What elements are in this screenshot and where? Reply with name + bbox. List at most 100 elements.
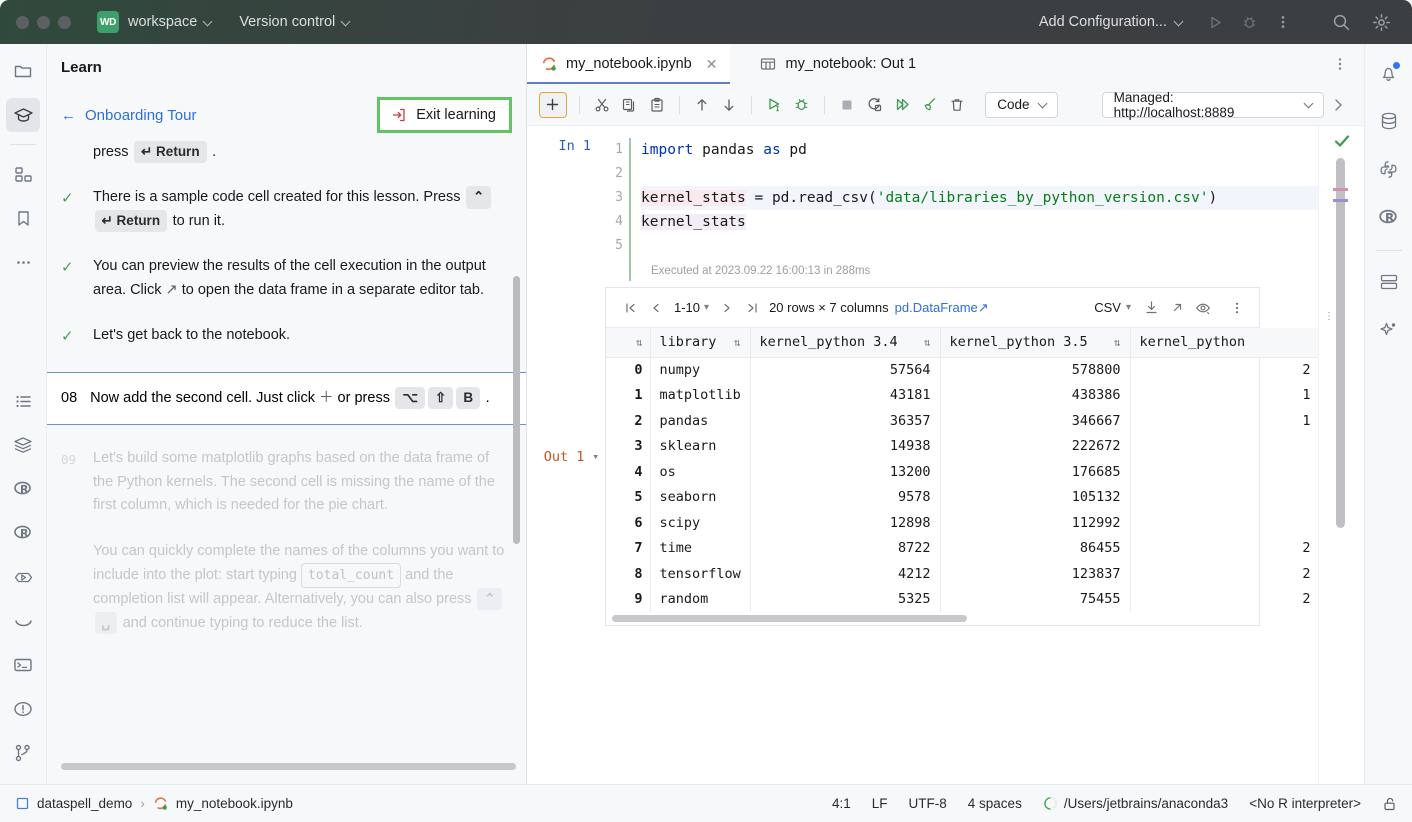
project-menu[interactable]: workspace [128, 14, 213, 30]
table-row[interactable]: 1matplotlib431814383861 [606, 383, 1320, 409]
table-cell[interactable]: 57564 [750, 357, 940, 383]
learn-step-completed[interactable]: press ↵ Return . [61, 141, 508, 164]
table-cell[interactable]: os [650, 459, 750, 485]
r-interpreter-selector[interactable]: <No R interpreter> [1249, 796, 1361, 811]
learn-horizontal-scrollbar[interactable] [61, 763, 516, 770]
window-controls[interactable] [0, 16, 71, 29]
learn-step-completed[interactable]: ✓Let's get back to the notebook. [61, 324, 508, 349]
split-layout-icon[interactable] [1372, 265, 1406, 299]
code-editor[interactable]: import pandas as pd kernel_stats = pd.re… [629, 138, 1318, 281]
learn-step-upcoming[interactable]: 09Let's build some matplotlib graphs bas… [61, 447, 508, 517]
table-column-header[interactable]: kernel_python [1130, 328, 1320, 357]
database-icon[interactable] [1372, 104, 1406, 138]
sort-icon[interactable]: ⇅ [1114, 336, 1121, 349]
copy-cell-button[interactable] [615, 92, 643, 118]
table-row[interactable]: 5seaborn9578105132 [606, 485, 1320, 511]
expand-toolbar-chevron-icon[interactable] [1324, 92, 1352, 118]
exit-learning-button[interactable]: Exit learning [377, 97, 512, 133]
run-all-button[interactable] [888, 92, 916, 118]
project-files-icon[interactable] [6, 54, 40, 88]
caret-position[interactable]: 4:1 [832, 796, 851, 811]
table-column-header[interactable]: ⇅ [606, 328, 650, 357]
table-cell[interactable]: 222672 [940, 434, 1130, 460]
table-row[interactable]: 2pandas363573466671 [606, 408, 1320, 434]
more-vertical-icon[interactable] [1266, 5, 1300, 39]
problems-icon[interactable] [6, 692, 40, 726]
table-cell[interactable]: pandas [650, 408, 750, 434]
learn-step-completed[interactable]: ✓There is a sample code cell created for… [61, 186, 508, 233]
breadcrumb-project[interactable]: dataspell_demo [37, 796, 132, 811]
interrupt-kernel-button[interactable] [833, 92, 861, 118]
learn-step-completed[interactable]: ✓You can preview the results of the cell… [61, 255, 508, 302]
row-index-cell[interactable]: 2 [606, 408, 650, 434]
notebook-input-cell[interactable]: In 1 1 2 3 4 5 import pandas as pd kerne… [527, 126, 1318, 281]
table-column-header[interactable]: library⇅ [650, 328, 750, 357]
row-index-cell[interactable]: 7 [606, 536, 650, 562]
ai-assistant-icon[interactable] [1372, 313, 1406, 347]
table-cell[interactable]: 9578 [750, 485, 940, 511]
python-console-icon[interactable] [6, 604, 40, 638]
table-cell[interactable]: scipy [650, 510, 750, 536]
run-cell-button[interactable] [760, 92, 788, 118]
next-page-icon[interactable] [716, 297, 738, 319]
row-index-cell[interactable]: 9 [606, 587, 650, 613]
run-configuration-selector[interactable]: Add Configuration... [1039, 14, 1184, 30]
table-cell[interactable]: 2 [1130, 587, 1320, 613]
table-cell[interactable]: 13200 [750, 459, 940, 485]
table-cell[interactable]: 75455 [940, 587, 1130, 613]
sort-icon[interactable]: ⇅ [734, 336, 741, 349]
table-row[interactable]: 8tensorflow42121238372 [606, 561, 1320, 587]
cell-type-select[interactable]: Code [985, 92, 1057, 118]
table-cell[interactable] [1130, 459, 1320, 485]
table-cell[interactable]: numpy [650, 357, 750, 383]
sort-icon[interactable]: ⇅ [924, 336, 931, 349]
packages-icon[interactable] [6, 428, 40, 462]
table-cell[interactable]: 1 [1130, 383, 1320, 409]
learn-step-upcoming[interactable]: You can quickly complete the names of th… [61, 540, 508, 636]
minimize-window-button[interactable] [37, 16, 50, 29]
structure-icon[interactable] [6, 157, 40, 191]
paste-cell-button[interactable] [643, 92, 671, 118]
table-cell[interactable]: seaborn [650, 485, 750, 511]
open-in-tab-icon[interactable] [1165, 296, 1189, 320]
code-line[interactable]: import pandas as pd [641, 138, 1318, 162]
row-index-cell[interactable]: 0 [606, 357, 650, 383]
table-cell[interactable]: 112992 [940, 510, 1130, 536]
notifications-icon[interactable] [1372, 56, 1406, 90]
debug-icon[interactable] [1232, 5, 1266, 39]
learn-steps-scroll-area[interactable]: press ↵ Return . ✓There is a sample code … [47, 141, 526, 784]
version-control-icon[interactable] [6, 736, 40, 770]
preview-icon[interactable] [1191, 296, 1215, 320]
table-cell[interactable] [1130, 510, 1320, 536]
table-column-header[interactable]: kernel_python 3.5⇅ [940, 328, 1130, 357]
line-separator[interactable]: LF [872, 796, 888, 811]
gutter-more-icon[interactable]: ⋮ [1324, 314, 1334, 319]
move-cell-up-button[interactable] [688, 92, 716, 118]
table-cell[interactable]: 2 [1130, 357, 1320, 383]
r-console-icon[interactable]: R [6, 472, 40, 506]
editor-vertical-scrollbar[interactable] [1336, 158, 1345, 528]
r-graphics-icon[interactable]: R [6, 516, 40, 550]
cut-cell-button[interactable] [588, 92, 616, 118]
clear-outputs-button[interactable] [916, 92, 944, 118]
table-cell[interactable]: 2 [1130, 536, 1320, 562]
editor-tab-output-table[interactable]: my_notebook: Out 1 [746, 44, 929, 84]
chevron-down-icon[interactable]: ▾ [592, 450, 599, 463]
sort-icon[interactable]: ⇅ [636, 336, 643, 349]
table-cell[interactable]: time [650, 536, 750, 562]
more-options-icon[interactable] [1225, 296, 1249, 320]
editor-tab-notebook[interactable]: my_notebook.ipynb ✕ [527, 44, 730, 84]
learn-step-active[interactable]: 08Now add the second cell. Just click ＋ … [47, 372, 526, 425]
unlocked-icon[interactable] [1382, 796, 1398, 812]
table-cell[interactable]: 5325 [750, 587, 940, 613]
table-cell[interactable]: 123837 [940, 561, 1130, 587]
table-cell[interactable]: 346667 [940, 408, 1130, 434]
table-cell[interactable]: 14938 [750, 434, 940, 460]
notebook-scroll-area[interactable]: In 1 1 2 3 4 5 import pandas as pd kerne… [527, 126, 1364, 784]
page-range-selector[interactable]: 1-10 ▾ [670, 300, 713, 315]
close-window-button[interactable] [16, 16, 29, 29]
table-row[interactable]: 0numpy575645788002 [606, 357, 1320, 383]
table-row[interactable]: 9random5325754552 [606, 587, 1320, 613]
debug-cell-button[interactable] [788, 92, 816, 118]
kernel-select[interactable]: Managed: http://localhost:8889 [1102, 92, 1325, 118]
